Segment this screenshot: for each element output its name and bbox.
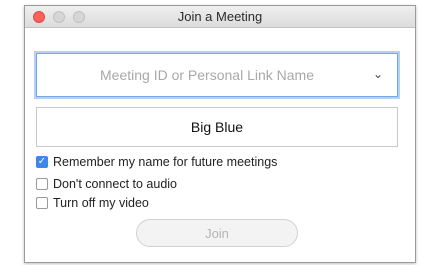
checkmark-icon: ✓ bbox=[37, 156, 47, 167]
window-title: Join a Meeting bbox=[177, 9, 263, 24]
no-audio-label: Don't connect to audio bbox=[53, 177, 177, 191]
chevron-down-icon[interactable]: ⌄ bbox=[373, 67, 383, 81]
display-name-field[interactable]: Big Blue bbox=[36, 107, 398, 147]
remember-name-checkbox[interactable]: ✓ bbox=[36, 156, 48, 168]
remember-name-option[interactable]: ✓ Remember my name for future meetings bbox=[36, 155, 277, 169]
join-button[interactable]: Join bbox=[136, 219, 298, 247]
join-meeting-window: Join a Meeting ⌄ Big Blue ✓ Remember my … bbox=[24, 5, 416, 263]
no-video-label: Turn off my video bbox=[53, 196, 149, 210]
meeting-id-field[interactable]: ⌄ bbox=[36, 53, 398, 97]
title-bar: Join a Meeting bbox=[25, 6, 415, 28]
remember-name-label: Remember my name for future meetings bbox=[53, 155, 278, 169]
no-video-checkbox[interactable] bbox=[36, 197, 48, 209]
meeting-id-input[interactable] bbox=[37, 54, 397, 96]
no-audio-option[interactable]: Don't connect to audio bbox=[36, 177, 177, 191]
no-video-option[interactable]: Turn off my video bbox=[36, 196, 149, 210]
join-button-label: Join bbox=[205, 225, 229, 241]
no-audio-checkbox[interactable] bbox=[36, 178, 48, 190]
display-name-value: Big Blue bbox=[190, 119, 244, 135]
